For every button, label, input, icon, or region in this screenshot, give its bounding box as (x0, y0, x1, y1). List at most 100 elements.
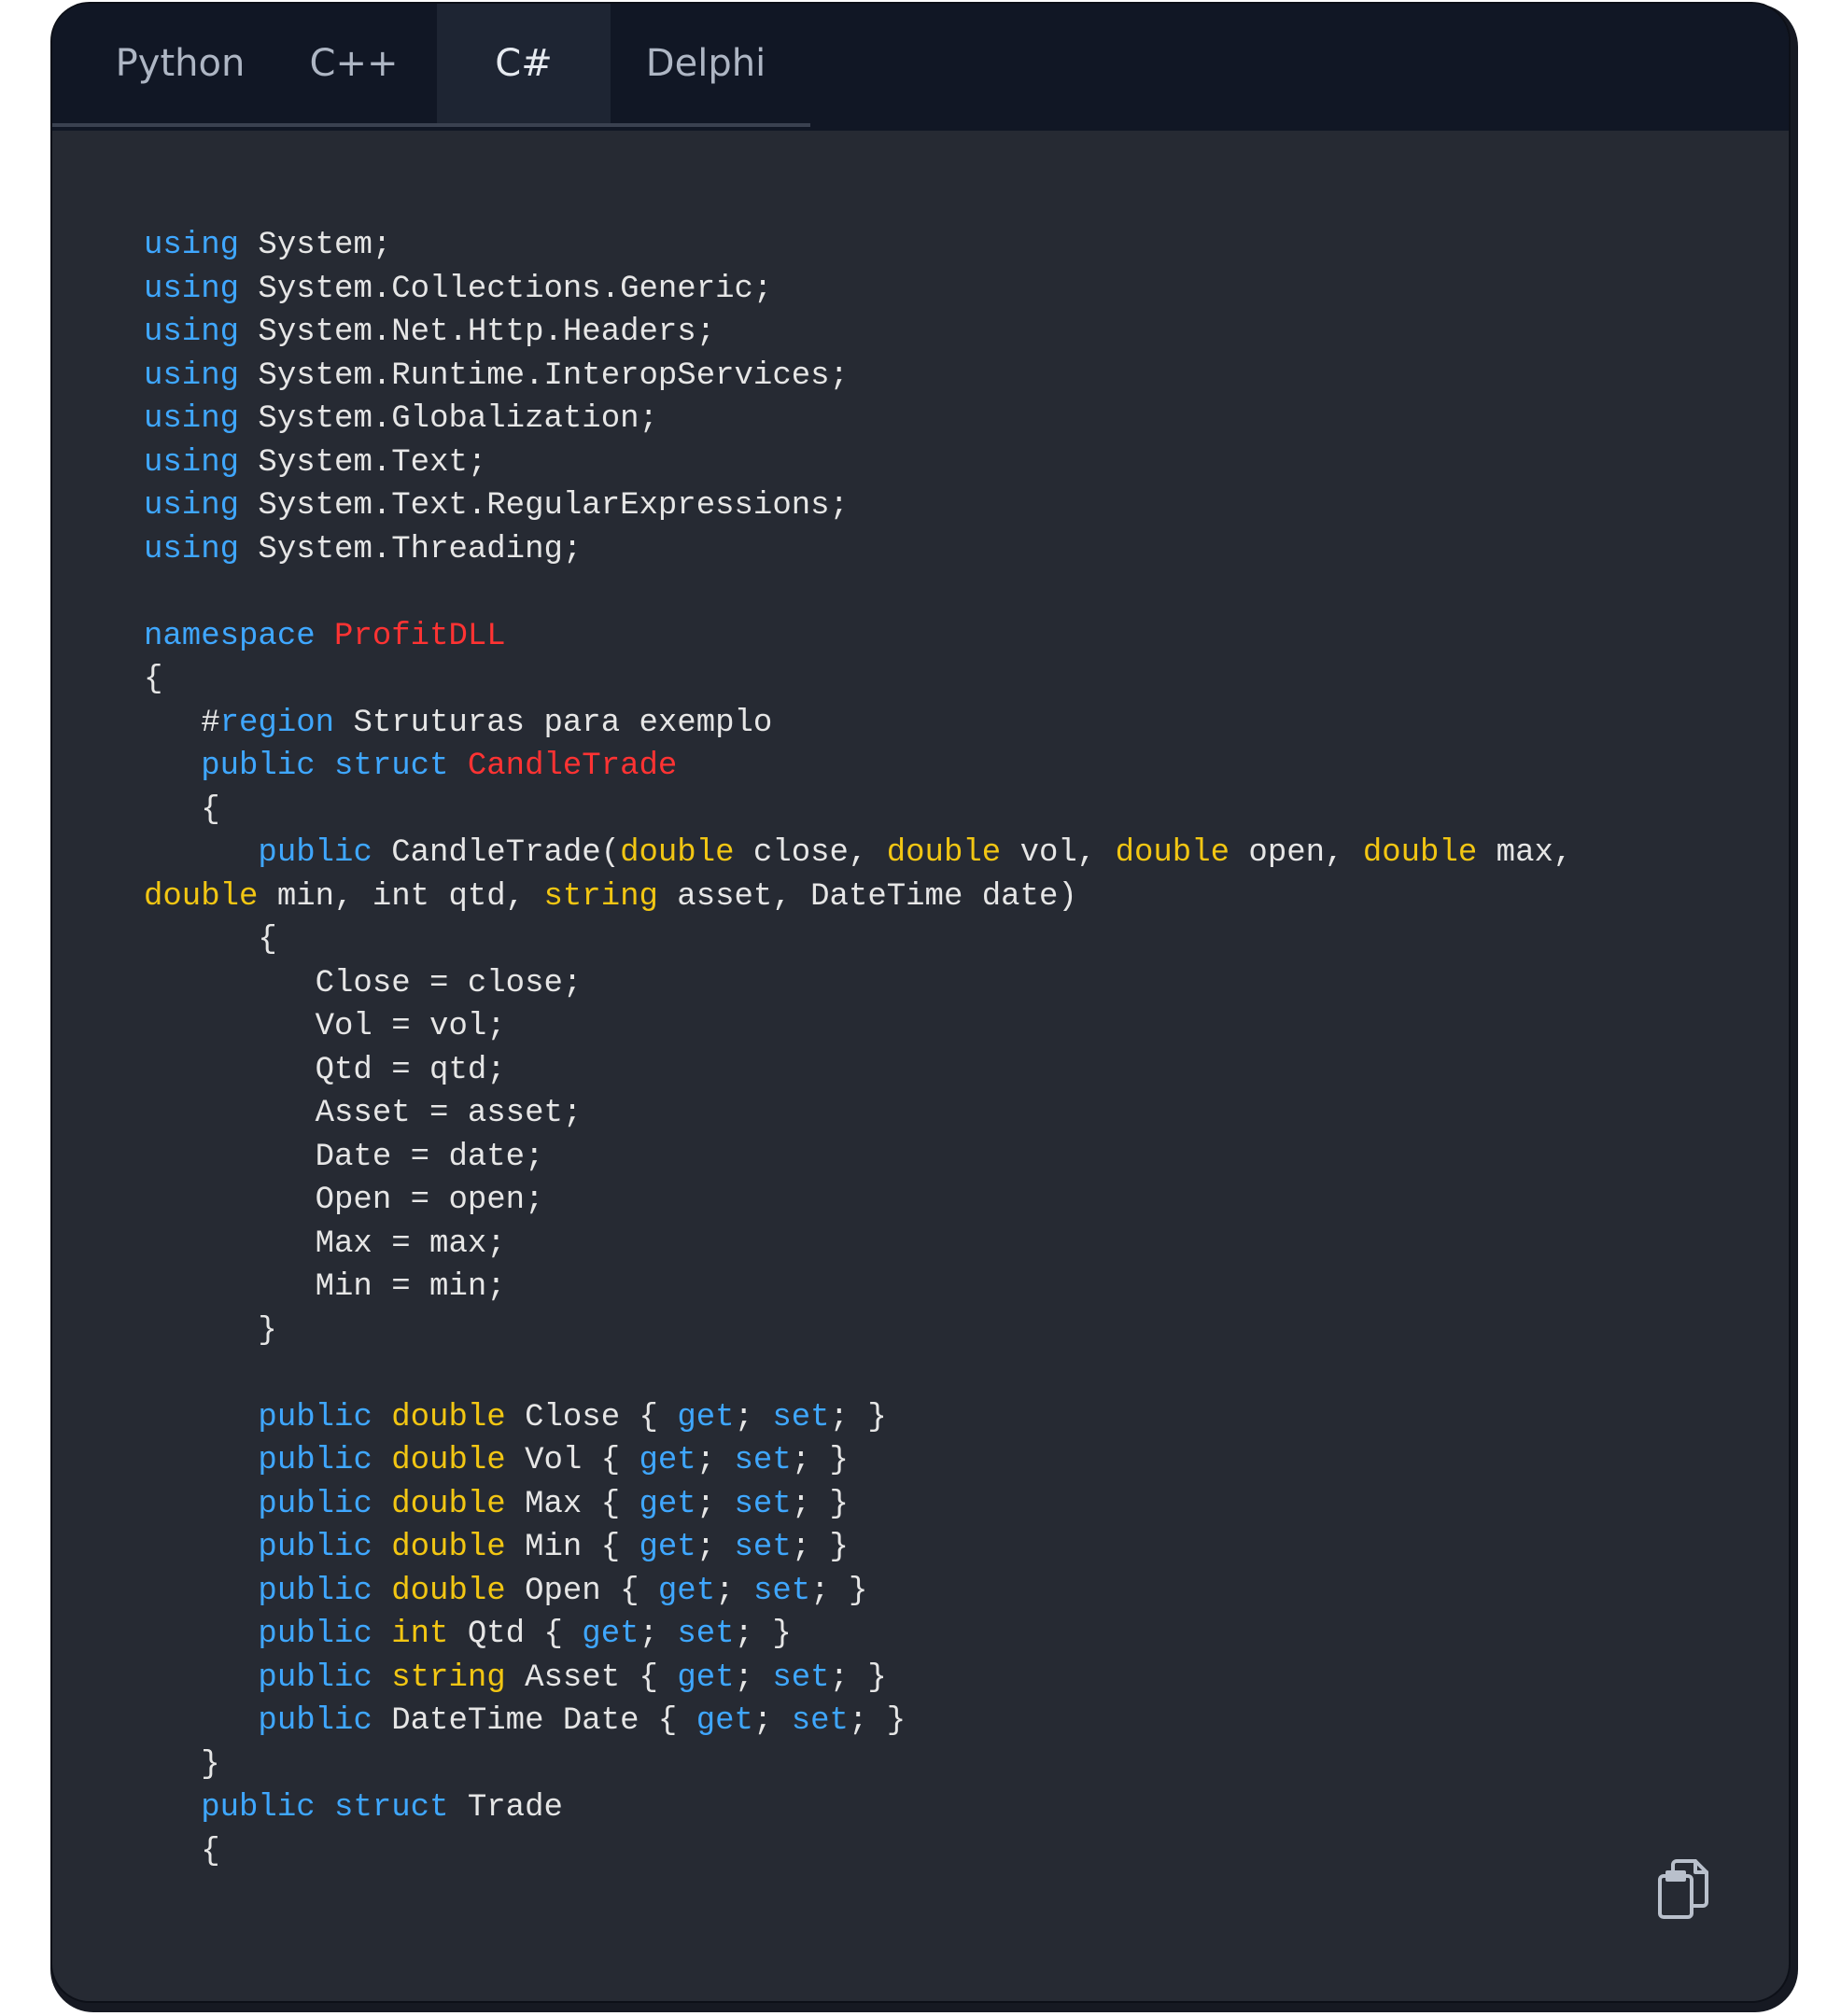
code-token: System.Text.RegularExpressions; (239, 488, 849, 524)
code-token: using (144, 488, 240, 524)
code-token: System.Runtime.InteropServices; (239, 357, 849, 394)
code-line: Qtd = qtd; (144, 1049, 1572, 1093)
code-token: get (639, 1486, 696, 1522)
code-line: using System.Text; (144, 441, 1572, 485)
code-line: using System.Net.Http.Headers; (144, 311, 1572, 355)
code-token: ; } (791, 1486, 849, 1522)
code-token: Asset { (505, 1659, 678, 1696)
code-line: Close = close; (144, 962, 1572, 1006)
code-token: asset, DateTime date) (657, 878, 1077, 915)
code-token: set (752, 1573, 811, 1609)
code-line: { (144, 1830, 1572, 1874)
code-token: ; (696, 1486, 735, 1522)
code-token: ; (639, 1617, 678, 1652)
code-token: Qtd { (448, 1617, 583, 1652)
code-token: using (144, 271, 240, 307)
code-line: } (144, 1309, 1572, 1353)
code-line: public string Asset { get; set; } (144, 1657, 1572, 1701)
code-token: set (772, 1399, 830, 1435)
code-token: public (258, 1659, 372, 1696)
code-token: double (391, 1573, 506, 1609)
code-line: public struct Trade (144, 1786, 1572, 1830)
code-token: set (734, 1486, 792, 1522)
code-token: System.Text; (239, 444, 487, 481)
code-token: using (144, 444, 240, 481)
code-line: public DateTime Date { get; set; } (144, 1700, 1572, 1743)
code-token: public (258, 1530, 372, 1565)
code-token: using (144, 228, 240, 263)
code-token: public (258, 1443, 372, 1478)
code-line: public struct CandleTrade (144, 745, 1572, 789)
code-line: public double Close { get; set; } (144, 1396, 1572, 1440)
code-token: Struturas para exemplo (334, 705, 773, 741)
code-token: set (734, 1443, 792, 1478)
tab-delphi[interactable]: Delphi (611, 4, 810, 123)
code-block[interactable]: using System; using System.Collections.Ge… (144, 224, 1572, 1873)
copy-button[interactable] (1654, 1855, 1712, 1923)
code-token: System.Threading; (239, 531, 583, 567)
code-token: string (391, 1659, 506, 1696)
code-token: { (144, 922, 277, 958)
code-token: } (144, 1312, 277, 1349)
tab-python[interactable]: Python (52, 4, 271, 123)
code-line: Asset = asset; (144, 1092, 1572, 1136)
code-line: public double Vol { get; set; } (144, 1439, 1572, 1483)
code-token: double (1362, 835, 1478, 871)
code-line: public double Open { get; set; } (144, 1570, 1572, 1614)
code-token: close, (734, 835, 887, 871)
tab-csharp[interactable]: C# (437, 4, 611, 123)
code-line: public int Qtd { get; set; } (144, 1613, 1572, 1657)
code-token: double (391, 1443, 506, 1478)
code-line: { (144, 918, 1572, 962)
code-token: # (144, 705, 220, 741)
code-token: public (258, 835, 372, 871)
code-token: namespace (144, 618, 316, 654)
code-token: get (639, 1443, 696, 1478)
code-token: get (657, 1573, 716, 1609)
code-token: Open = open; (144, 1183, 544, 1218)
tab-cpp[interactable]: C++ (271, 4, 437, 123)
code-token: Vol { (505, 1443, 639, 1478)
code-token: ; (715, 1573, 753, 1609)
code-token: Max { (505, 1486, 639, 1522)
code-token: public (258, 1617, 372, 1652)
code-line: public CandleTrade(double close, double … (144, 832, 1572, 875)
code-token: Min { (505, 1530, 639, 1565)
code-token: { (144, 791, 220, 828)
code-line: Max = max; (144, 1223, 1572, 1267)
code-line: public double Max { get; set; } (144, 1483, 1572, 1527)
code-token: public (201, 1790, 316, 1826)
code-token: ; } (810, 1573, 868, 1609)
code-line: Open = open; (144, 1179, 1572, 1223)
code-token: ; (696, 1530, 735, 1565)
code-token: { (144, 1833, 220, 1869)
code-token: double (391, 1530, 506, 1565)
code-token: System.Globalization; (239, 401, 658, 437)
code-token: open, (1230, 835, 1363, 871)
code-token: ; } (829, 1399, 887, 1435)
code-line: Date = date; (144, 1136, 1572, 1180)
code-token: Qtd = qtd; (144, 1052, 506, 1088)
code-token: Max = max; (144, 1225, 506, 1262)
code-token: string (543, 878, 658, 915)
code-line: { (144, 789, 1572, 833)
code-token: double (391, 1486, 506, 1522)
code-token: CandleTrade (467, 749, 678, 784)
code-line: using System.Globalization; (144, 398, 1572, 441)
code-token: ; } (791, 1530, 849, 1565)
code-token: System.Net.Http.Headers; (239, 315, 716, 350)
code-token: Asset = asset; (144, 1096, 583, 1131)
